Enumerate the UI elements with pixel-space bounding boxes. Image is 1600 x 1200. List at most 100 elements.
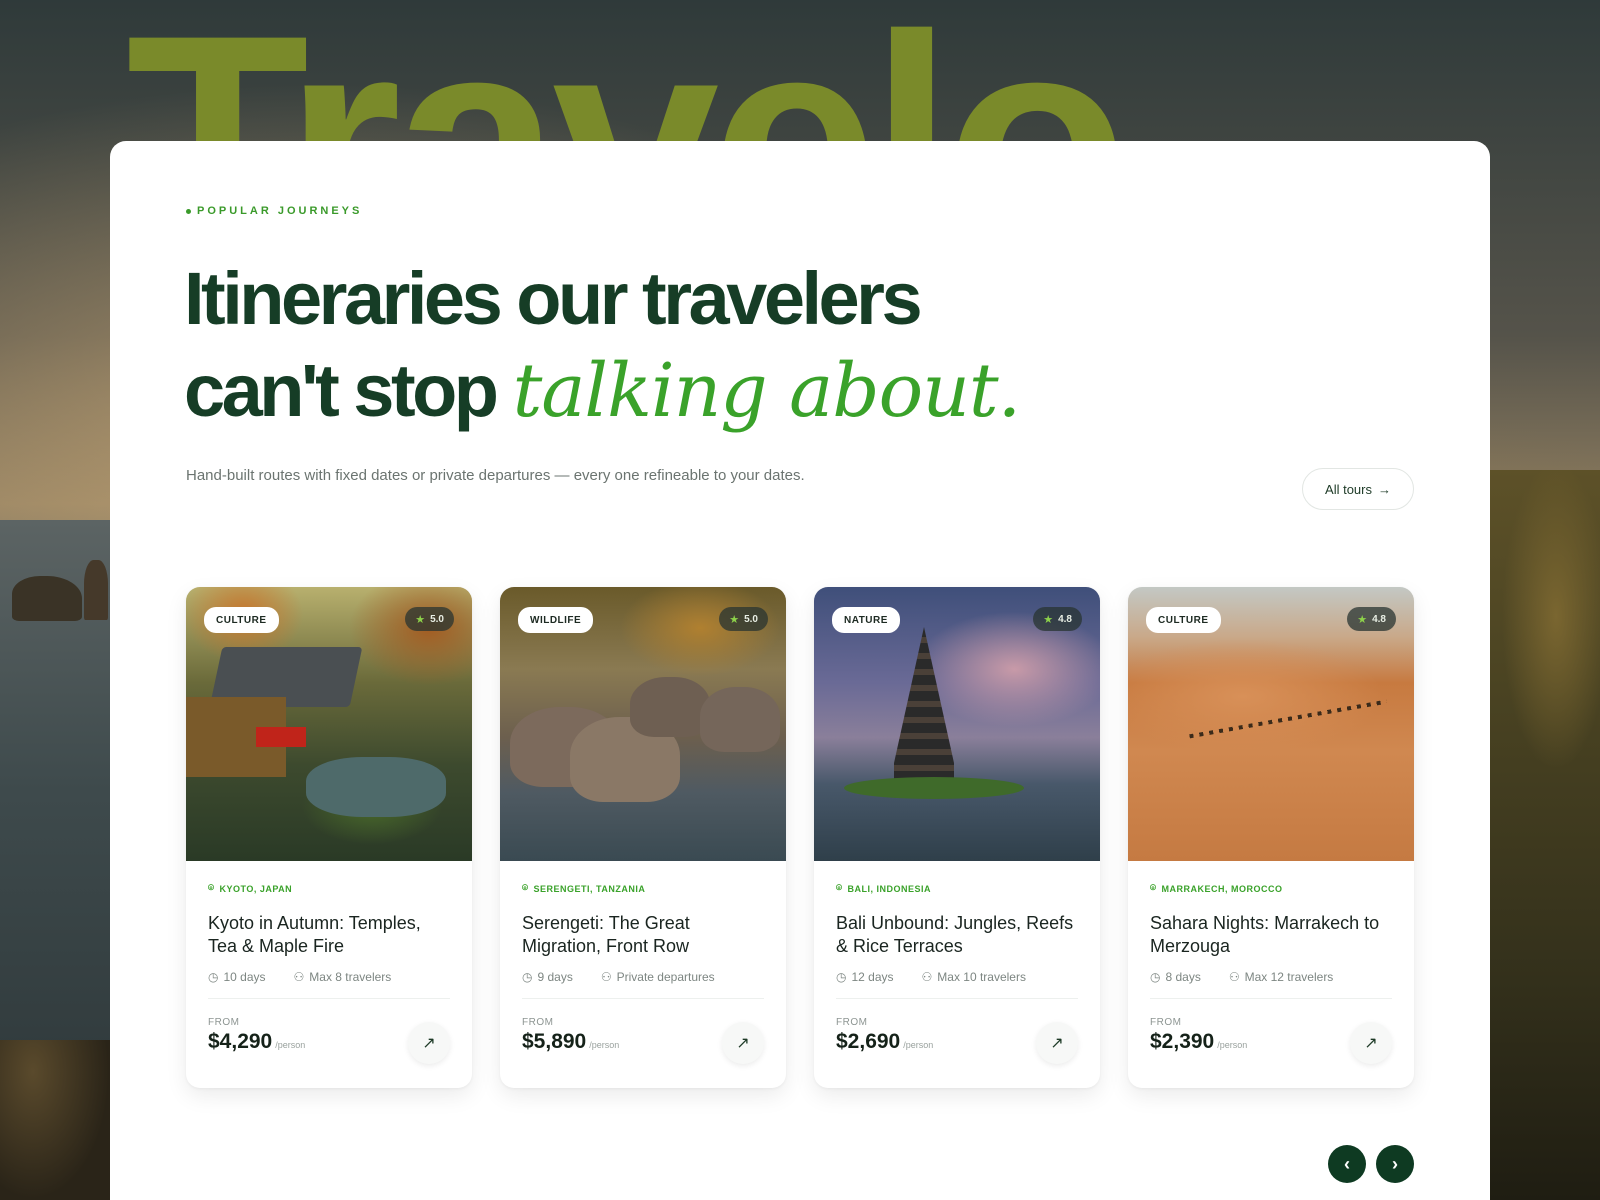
divider — [836, 998, 1078, 999]
rating-badge: ★ 5.0 — [405, 607, 454, 631]
chevron-left-icon: ‹ — [1344, 1153, 1350, 1174]
tour-title[interactable]: Kyoto in Autumn: Temples, Tea & Maple Fi… — [208, 912, 450, 958]
star-icon: ★ — [415, 613, 426, 626]
eyebrow-dot-icon — [186, 208, 191, 214]
price-value: $4,290 — [208, 1030, 273, 1053]
rating-badge: ★ 4.8 — [1347, 607, 1396, 631]
carousel-pager: ‹ › — [1328, 1145, 1414, 1183]
tour-meta: ◷ 8 days ⚇ Max 12 travelers — [1150, 970, 1392, 984]
rating-value: 5.0 — [430, 613, 444, 625]
price-unit: /person — [903, 1040, 934, 1050]
arrow-right-icon: → — [1378, 481, 1391, 497]
duration-label: 9 days — [537, 970, 573, 984]
arrow-up-right-icon: ↗ — [422, 1035, 436, 1052]
location-pin-icon: ⌾ — [836, 883, 843, 894]
tour-card-sahara[interactable]: CULTURE ★ 4.8 ⌾ MARRAKECH, MOROCCO Sahar… — [1128, 587, 1414, 1088]
group-label: Max 12 travelers — [1244, 970, 1334, 984]
tour-card-body: ⌾ BALI, INDONESIA Bali Unbound: Jungles,… — [814, 861, 1100, 1088]
location-label: BALI, INDONESIA — [847, 883, 932, 894]
tour-card-list: CULTURE ★ 5.0 ⌾ KYOTO, JAPAN Kyoto in Au… — [186, 587, 1414, 1088]
tour-location: ⌾ BALI, INDONESIA — [836, 883, 1078, 894]
star-icon: ★ — [1357, 613, 1368, 626]
next-button[interactable]: › — [1376, 1145, 1414, 1183]
rating-value: 5.0 — [744, 613, 758, 625]
chevron-right-icon: › — [1392, 1153, 1398, 1174]
duration-label: 12 days — [851, 970, 894, 984]
group-size: ⚇ Max 12 travelers — [1229, 970, 1333, 984]
section-headline: Itineraries our travelers can't stop tal… — [184, 253, 1084, 437]
price-from-label: FROM — [1150, 1017, 1182, 1028]
category-chip: NATURE — [832, 607, 900, 633]
location-pin-icon: ⌾ — [1150, 883, 1157, 894]
tour-image-sahara: CULTURE ★ 4.8 — [1128, 587, 1414, 861]
tour-title[interactable]: Bali Unbound: Jungles, Reefs & Rice Terr… — [836, 912, 1078, 958]
category-chip: WILDLIFE — [518, 607, 594, 633]
price-unit: /person — [275, 1040, 306, 1050]
tour-image-serengeti: WILDLIFE ★ 5.0 — [500, 587, 786, 861]
group-size: ⚇ Max 8 travelers — [294, 970, 392, 984]
tour-title[interactable]: Serengeti: The Great Migration, Front Ro… — [522, 912, 764, 958]
price-value: $5,890 — [522, 1030, 587, 1053]
open-tour-button[interactable]: ↗ — [1036, 1022, 1078, 1064]
group-label: Private departures — [616, 970, 715, 984]
divider — [1150, 998, 1392, 999]
rating-badge: ★ 5.0 — [719, 607, 768, 631]
star-icon: ★ — [729, 613, 740, 626]
clock-icon: ◷ — [522, 970, 533, 984]
location-pin-icon: ⌾ — [522, 883, 529, 894]
tour-card-bali[interactable]: NATURE ★ 4.8 ⌾ BALI, INDONESIA Bali Unbo… — [814, 587, 1100, 1088]
open-tour-button[interactable]: ↗ — [1350, 1022, 1392, 1064]
tour-title[interactable]: Sahara Nights: Marrakech to Merzouga — [1150, 912, 1392, 958]
tour-meta: ◷ 12 days ⚇ Max 10 travelers — [836, 970, 1078, 984]
clock-icon: ◷ — [208, 970, 219, 984]
tour-card-body: ⌾ MARRAKECH, MOROCCO Sahara Nights: Marr… — [1128, 861, 1414, 1088]
people-icon: ⚇ — [1228, 970, 1240, 984]
rating-value: 4.8 — [1372, 613, 1386, 625]
people-icon: ⚇ — [600, 970, 612, 984]
price-from-label: FROM — [522, 1017, 554, 1028]
headline-line1: Itineraries our travelers — [184, 257, 923, 340]
clock-icon: ◷ — [1150, 970, 1161, 984]
price-unit: /person — [589, 1040, 620, 1050]
duration: ◷ 9 days — [522, 970, 573, 984]
background-rock — [12, 576, 82, 621]
location-label: KYOTO, JAPAN — [219, 883, 293, 894]
background-rock-small — [84, 560, 108, 620]
category-chip: CULTURE — [1146, 607, 1221, 633]
open-tour-button[interactable]: ↗ — [722, 1022, 764, 1064]
tour-card-body: ⌾ SERENGETI, TANZANIA Serengeti: The Gre… — [500, 861, 786, 1088]
location-pin-icon: ⌾ — [208, 883, 215, 894]
tour-card-kyoto[interactable]: CULTURE ★ 5.0 ⌾ KYOTO, JAPAN Kyoto in Au… — [186, 587, 472, 1088]
star-icon: ★ — [1043, 613, 1054, 626]
arrow-up-right-icon: ↗ — [1050, 1035, 1064, 1052]
group-label: Max 8 travelers — [309, 970, 392, 984]
price-from-label: FROM — [836, 1017, 868, 1028]
duration-label: 8 days — [1165, 970, 1201, 984]
tour-image-bali: NATURE ★ 4.8 — [814, 587, 1100, 861]
section-subtitle: Hand-built routes with fixed dates or pr… — [186, 467, 805, 484]
rating-value: 4.8 — [1058, 613, 1072, 625]
open-tour-button[interactable]: ↗ — [408, 1022, 450, 1064]
clock-icon: ◷ — [836, 970, 847, 984]
divider — [208, 998, 450, 999]
duration: ◷ 12 days — [836, 970, 894, 984]
price-from-label: FROM — [208, 1017, 240, 1028]
price-value: $2,390 — [1150, 1030, 1215, 1053]
price-value: $2,690 — [836, 1030, 901, 1053]
tour-image-kyoto: CULTURE ★ 5.0 — [186, 587, 472, 861]
eyebrow-label: POPULAR JOURNEYS — [197, 205, 363, 217]
all-tours-button[interactable]: All tours → — [1302, 468, 1414, 510]
people-icon: ⚇ — [293, 970, 305, 984]
popular-journeys-panel: POPULAR JOURNEYS Itineraries our travele… — [110, 141, 1490, 1200]
rating-badge: ★ 4.8 — [1033, 607, 1082, 631]
duration: ◷ 10 days — [208, 970, 266, 984]
section-eyebrow: POPULAR JOURNEYS — [186, 205, 362, 217]
group-label: Max 10 travelers — [937, 970, 1026, 984]
group-size: ⚇ Private departures — [601, 970, 715, 984]
background-cliff-right — [1490, 470, 1600, 1200]
previous-button[interactable]: ‹ — [1328, 1145, 1366, 1183]
tour-card-serengeti[interactable]: WILDLIFE ★ 5.0 ⌾ SERENGETI, TANZANIA Ser… — [500, 587, 786, 1088]
headline-accent: talking about. — [512, 348, 1022, 434]
category-chip: CULTURE — [204, 607, 279, 633]
divider — [522, 998, 764, 999]
